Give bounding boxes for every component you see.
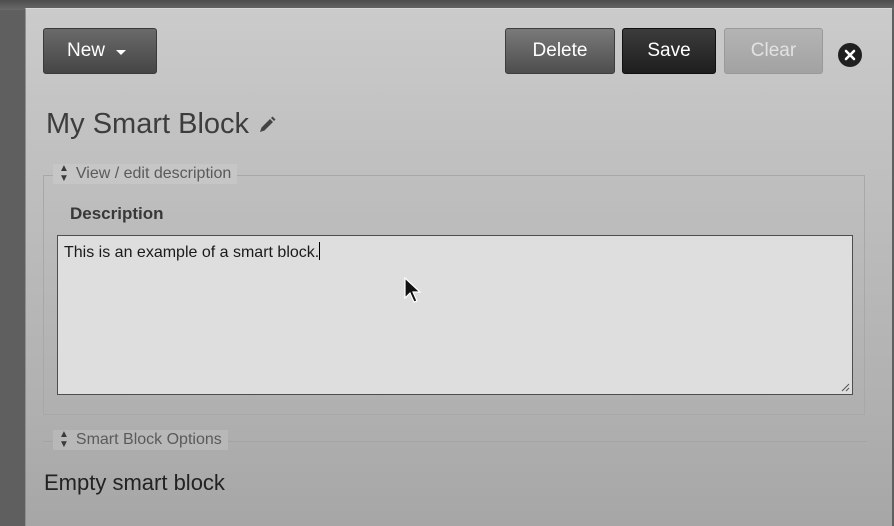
options-legend: Smart Block Options [75, 431, 222, 448]
smart-block-title: My Smart Block [46, 108, 250, 140]
resize-grip-icon[interactable] [840, 382, 850, 392]
new-dropdown-button[interactable]: New [43, 28, 157, 74]
description-text: This is an example of a smart block. [64, 244, 320, 261]
description-label: Description [70, 204, 164, 223]
smart-block-options-toggle[interactable]: ▲ ▼ Smart Block Options [53, 430, 228, 450]
new-button-label: New [67, 40, 106, 61]
description-legend: View / edit description [75, 165, 232, 182]
caret-down-icon [116, 49, 127, 55]
save-button[interactable]: Save [622, 28, 716, 74]
description-textarea[interactable]: This is an example of a smart block. [57, 235, 853, 395]
mouse-pointer-icon [404, 277, 422, 303]
close-button[interactable] [838, 43, 862, 67]
delete-button[interactable]: Delete [505, 28, 615, 74]
text-caret [319, 242, 321, 260]
empty-smart-block-text: Empty smart block [44, 470, 225, 495]
pencil-icon [260, 116, 276, 132]
page-title: My Smart Block [46, 108, 277, 141]
up-down-arrows-icon: ▲ ▼ [59, 163, 69, 184]
up-down-arrows-icon: ▲ ▼ [59, 429, 69, 450]
edit-title-button[interactable] [257, 115, 277, 135]
close-icon [844, 49, 856, 61]
clear-button[interactable]: Clear [724, 28, 823, 74]
description-toggle[interactable]: ▲ ▼ View / edit description [53, 163, 238, 184]
